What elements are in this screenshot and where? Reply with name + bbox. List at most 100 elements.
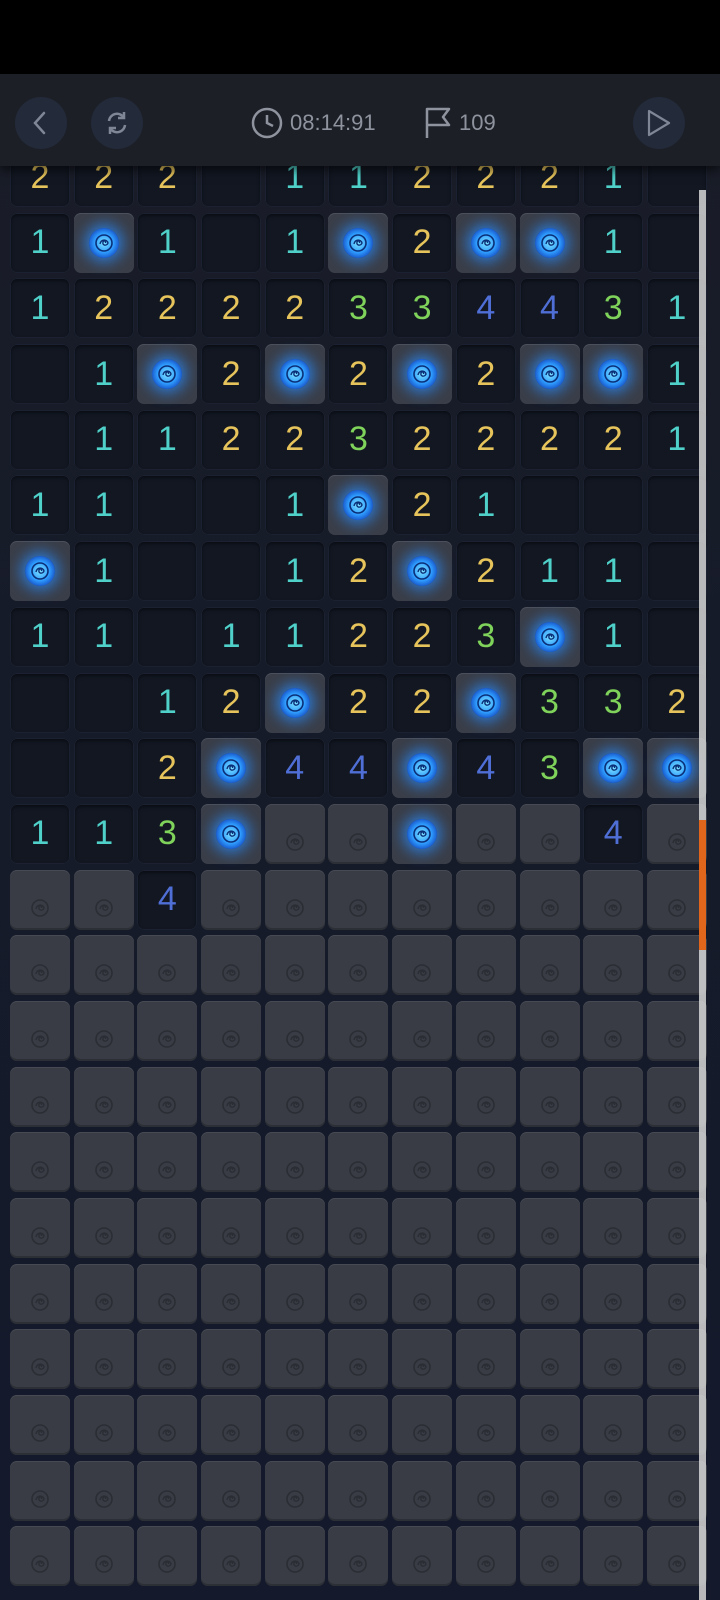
number-cell[interactable]: 3 [583, 672, 644, 733]
number-cell[interactable]: 3 [137, 803, 198, 864]
covered-cell[interactable] [73, 1132, 134, 1193]
empty-cell[interactable] [646, 541, 707, 602]
covered-cell[interactable] [201, 1132, 262, 1193]
covered-cell[interactable] [392, 1000, 453, 1061]
number-cell[interactable]: 2 [392, 672, 453, 733]
restart-button[interactable] [91, 97, 143, 149]
covered-cell[interactable] [392, 1460, 453, 1521]
number-cell[interactable]: 1 [10, 606, 70, 667]
covered-cell[interactable] [201, 869, 262, 930]
covered-cell[interactable] [264, 1460, 325, 1521]
covered-cell[interactable] [137, 935, 198, 996]
covered-cell[interactable] [137, 1198, 198, 1258]
covered-cell[interactable] [137, 1460, 198, 1521]
covered-cell[interactable] [264, 803, 325, 864]
number-cell[interactable]: 4 [455, 738, 516, 799]
covered-cell[interactable] [455, 1198, 516, 1258]
empty-cell[interactable] [646, 606, 707, 667]
covered-cell[interactable] [73, 1526, 134, 1587]
empty-cell[interactable] [137, 475, 198, 536]
covered-cell[interactable] [10, 1263, 70, 1324]
number-cell[interactable]: 2 [73, 278, 134, 339]
empty-cell[interactable] [201, 541, 262, 602]
covered-cell[interactable] [392, 1066, 453, 1127]
empty-cell[interactable] [10, 409, 70, 470]
number-cell[interactable]: 2 [392, 212, 453, 273]
empty-cell[interactable] [73, 672, 134, 733]
number-cell[interactable]: 2 [328, 541, 389, 602]
covered-cell[interactable] [73, 935, 134, 996]
covered-cell[interactable] [73, 869, 134, 930]
covered-cell[interactable] [264, 1526, 325, 1587]
covered-cell[interactable] [646, 1263, 707, 1324]
covered-cell[interactable] [519, 803, 580, 864]
covered-cell[interactable] [646, 869, 707, 930]
mine-cell[interactable] [455, 672, 516, 733]
number-cell[interactable]: 1 [73, 606, 134, 667]
number-cell[interactable]: 2 [455, 409, 516, 470]
number-cell[interactable]: 2 [137, 738, 198, 799]
number-cell[interactable]: 2 [328, 606, 389, 667]
empty-cell[interactable] [137, 606, 198, 667]
covered-cell[interactable] [328, 1263, 389, 1324]
covered-cell[interactable] [646, 1000, 707, 1061]
mine-cell[interactable] [328, 475, 389, 536]
number-cell[interactable]: 1 [137, 212, 198, 273]
number-cell[interactable]: 4 [328, 738, 389, 799]
covered-cell[interactable] [455, 1395, 516, 1456]
mine-cell[interactable] [583, 738, 644, 799]
mine-cell[interactable] [455, 212, 516, 273]
covered-cell[interactable] [73, 1066, 134, 1127]
covered-cell[interactable] [10, 1395, 70, 1456]
covered-cell[interactable] [328, 1395, 389, 1456]
number-cell[interactable]: 1 [73, 409, 134, 470]
number-cell[interactable]: 1 [646, 344, 707, 405]
covered-cell[interactable] [137, 1329, 198, 1390]
number-cell[interactable]: 1 [646, 278, 707, 339]
covered-cell[interactable] [328, 1000, 389, 1061]
number-cell[interactable]: 1 [73, 475, 134, 536]
covered-cell[interactable] [455, 1132, 516, 1193]
covered-cell[interactable] [264, 869, 325, 930]
minefield-grid[interactable]: 2221122211112112222334431122211122322221… [10, 147, 707, 1587]
number-cell[interactable]: 3 [328, 278, 389, 339]
covered-cell[interactable] [646, 803, 707, 864]
covered-cell[interactable] [583, 1395, 644, 1456]
covered-cell[interactable] [519, 1329, 580, 1390]
number-cell[interactable]: 2 [201, 409, 262, 470]
covered-cell[interactable] [73, 1000, 134, 1061]
mine-cell[interactable] [392, 344, 453, 405]
mine-cell[interactable] [519, 606, 580, 667]
covered-cell[interactable] [73, 1198, 134, 1258]
empty-cell[interactable] [137, 541, 198, 602]
mine-cell[interactable] [73, 212, 134, 273]
mine-cell[interactable] [264, 672, 325, 733]
covered-cell[interactable] [73, 1329, 134, 1390]
number-cell[interactable]: 2 [392, 606, 453, 667]
mine-cell[interactable] [646, 738, 707, 799]
covered-cell[interactable] [646, 1198, 707, 1258]
covered-cell[interactable] [519, 1526, 580, 1587]
mine-cell[interactable] [392, 541, 453, 602]
covered-cell[interactable] [137, 1263, 198, 1324]
covered-cell[interactable] [646, 1395, 707, 1456]
covered-cell[interactable] [328, 1198, 389, 1258]
covered-cell[interactable] [10, 1329, 70, 1390]
number-cell[interactable]: 4 [519, 278, 580, 339]
mine-cell[interactable] [10, 541, 70, 602]
number-cell[interactable]: 1 [646, 409, 707, 470]
number-cell[interactable]: 3 [519, 672, 580, 733]
number-cell[interactable]: 2 [328, 344, 389, 405]
number-cell[interactable]: 1 [519, 541, 580, 602]
mine-cell[interactable] [201, 738, 262, 799]
covered-cell[interactable] [583, 869, 644, 930]
covered-cell[interactable] [455, 1066, 516, 1127]
covered-cell[interactable] [583, 1066, 644, 1127]
covered-cell[interactable] [73, 1460, 134, 1521]
covered-cell[interactable] [646, 1460, 707, 1521]
covered-cell[interactable] [455, 1000, 516, 1061]
covered-cell[interactable] [137, 1395, 198, 1456]
covered-cell[interactable] [392, 1132, 453, 1193]
covered-cell[interactable] [10, 935, 70, 996]
number-cell[interactable]: 2 [646, 672, 707, 733]
